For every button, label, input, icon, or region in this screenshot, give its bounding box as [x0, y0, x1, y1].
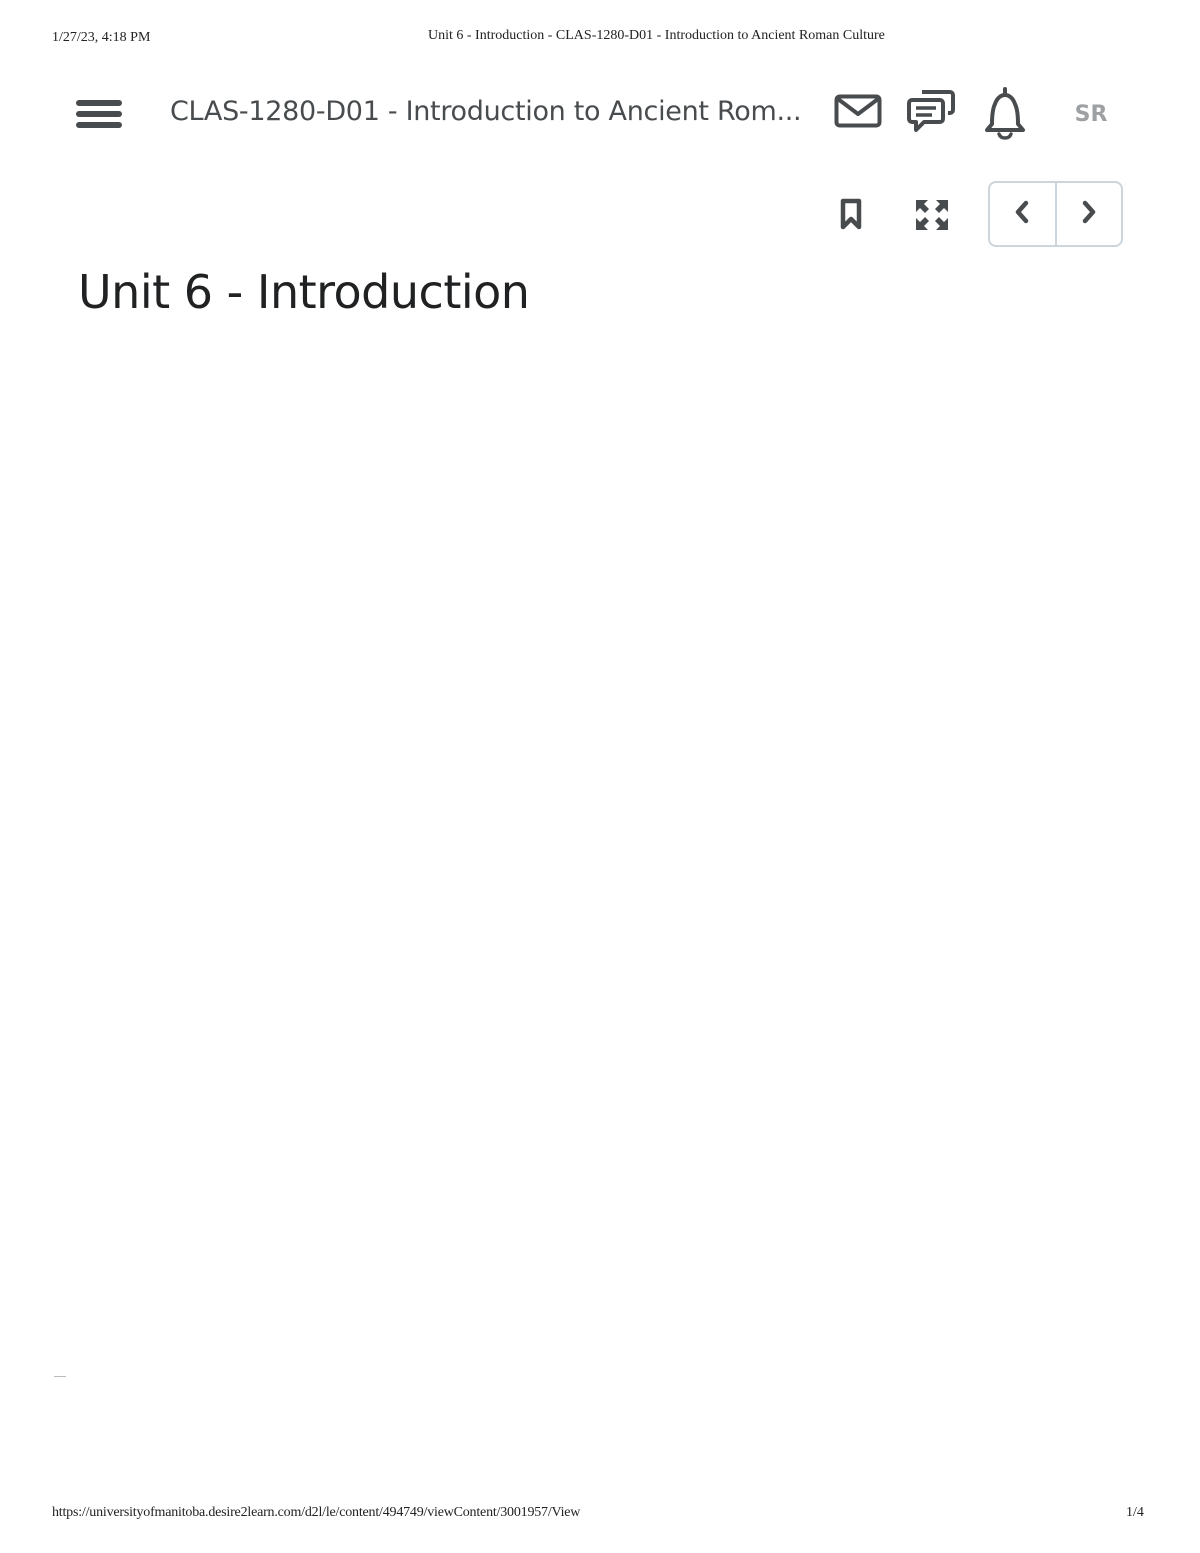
page-navigation	[988, 181, 1123, 247]
content-toolbar	[0, 180, 1200, 250]
course-title[interactable]: CLAS-1280-D01 - Introduction to Ancient …	[170, 96, 820, 127]
previous-topic-button[interactable]	[990, 183, 1055, 245]
chat-icon[interactable]	[906, 88, 956, 143]
print-header: 1/27/23, 4:18 PM Unit 6 - Introduction -…	[0, 28, 1200, 52]
mail-icon[interactable]	[834, 94, 882, 133]
next-topic-button[interactable]	[1054, 183, 1122, 245]
divider-mark	[54, 1376, 66, 1377]
bookmark-icon[interactable]	[839, 198, 863, 235]
chevron-right-icon	[1080, 199, 1098, 230]
print-datetime: 1/27/23, 4:18 PM	[52, 30, 151, 45]
course-navbar: CLAS-1280-D01 - Introduction to Ancient …	[0, 80, 1200, 152]
chevron-left-icon	[1013, 199, 1031, 230]
print-url: https://universityofmanitoba.desire2lear…	[52, 1505, 581, 1520]
print-document-title: Unit 6 - Introduction - CLAS-1280-D01 - …	[428, 28, 885, 43]
print-page-number: 1/4	[1126, 1505, 1144, 1520]
user-avatar[interactable]: SR	[1060, 98, 1122, 134]
print-footer: https://universityofmanitoba.desire2lear…	[0, 1505, 1200, 1525]
page-title: Unit 6 - Introduction	[78, 265, 530, 319]
fullscreen-icon[interactable]	[914, 198, 950, 237]
bell-icon[interactable]	[982, 86, 1028, 145]
hamburger-menu-icon[interactable]	[76, 98, 122, 132]
